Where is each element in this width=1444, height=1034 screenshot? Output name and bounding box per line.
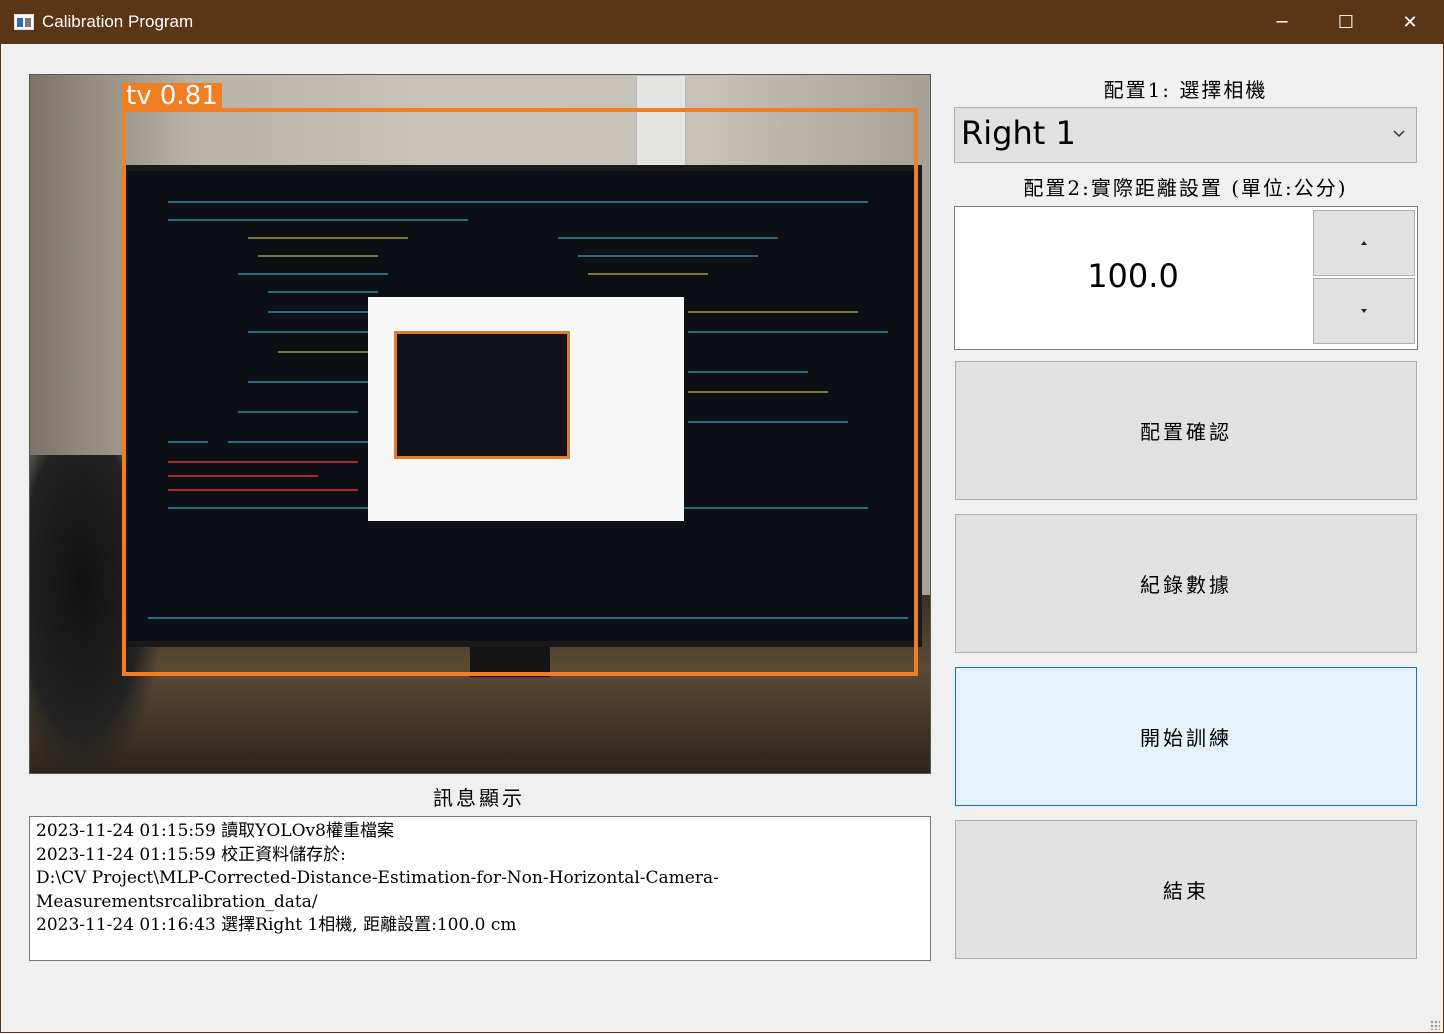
detection-box bbox=[122, 108, 918, 676]
start-training-button[interactable]: 開始訓練 bbox=[955, 667, 1417, 806]
log-line: D:\CV Project\MLP-Corrected-Distance-Est… bbox=[36, 868, 719, 888]
camera-select-value: Right 1 bbox=[961, 114, 1076, 152]
message-log[interactable]: 2023-11-24 01:15:59 讀取YOLOv8權重檔案 2023-11… bbox=[29, 816, 931, 961]
distance-input[interactable]: 100.0 bbox=[955, 257, 1311, 295]
camera-preview: tv 0.81 bbox=[29, 74, 931, 774]
chevron-down-icon[interactable] bbox=[1392, 122, 1406, 143]
close-button[interactable]: ✕ bbox=[1378, 0, 1442, 44]
window-title: Calibration Program bbox=[42, 12, 194, 31]
log-line: Measurementsrcalibration_data/ bbox=[36, 891, 318, 912]
triangle-up-icon bbox=[1360, 238, 1368, 249]
log-line: 2023-11-24 01:15:59 校正資料儲存於: bbox=[36, 844, 346, 865]
distance-label: 配置2:實際距離設置 (單位:公分) bbox=[1023, 176, 1348, 200]
spin-down-button[interactable] bbox=[1313, 278, 1415, 344]
triangle-down-icon bbox=[1360, 306, 1368, 317]
title-bar: Calibration Program ─ ☐ ✕ bbox=[0, 0, 1444, 44]
resize-grip[interactable] bbox=[1430, 1020, 1440, 1030]
distance-spinbox[interactable]: 100.0 bbox=[954, 206, 1418, 350]
exit-button[interactable]: 結束 bbox=[955, 820, 1417, 959]
confirm-config-button[interactable]: 配置確認 bbox=[955, 361, 1417, 500]
log-line: 2023-11-24 01:15:59 讀取YOLOv8權重檔案 bbox=[36, 821, 394, 841]
camera-select-label: 配置1: 選擇相機 bbox=[1103, 78, 1268, 102]
spin-up-button[interactable] bbox=[1313, 210, 1415, 276]
maximize-button[interactable]: ☐ bbox=[1314, 0, 1378, 44]
detection-label: tv 0.81 bbox=[122, 83, 222, 110]
app-window-icon bbox=[14, 14, 34, 30]
camera-select[interactable]: Right 1 bbox=[954, 107, 1417, 163]
record-data-button[interactable]: 紀錄數據 bbox=[955, 514, 1417, 653]
message-log-title: 訊息顯示 bbox=[433, 786, 525, 810]
minimize-button[interactable]: ─ bbox=[1250, 0, 1314, 44]
log-line: 2023-11-24 01:16:43 選擇Right 1相機, 距離設置:10… bbox=[36, 915, 517, 935]
